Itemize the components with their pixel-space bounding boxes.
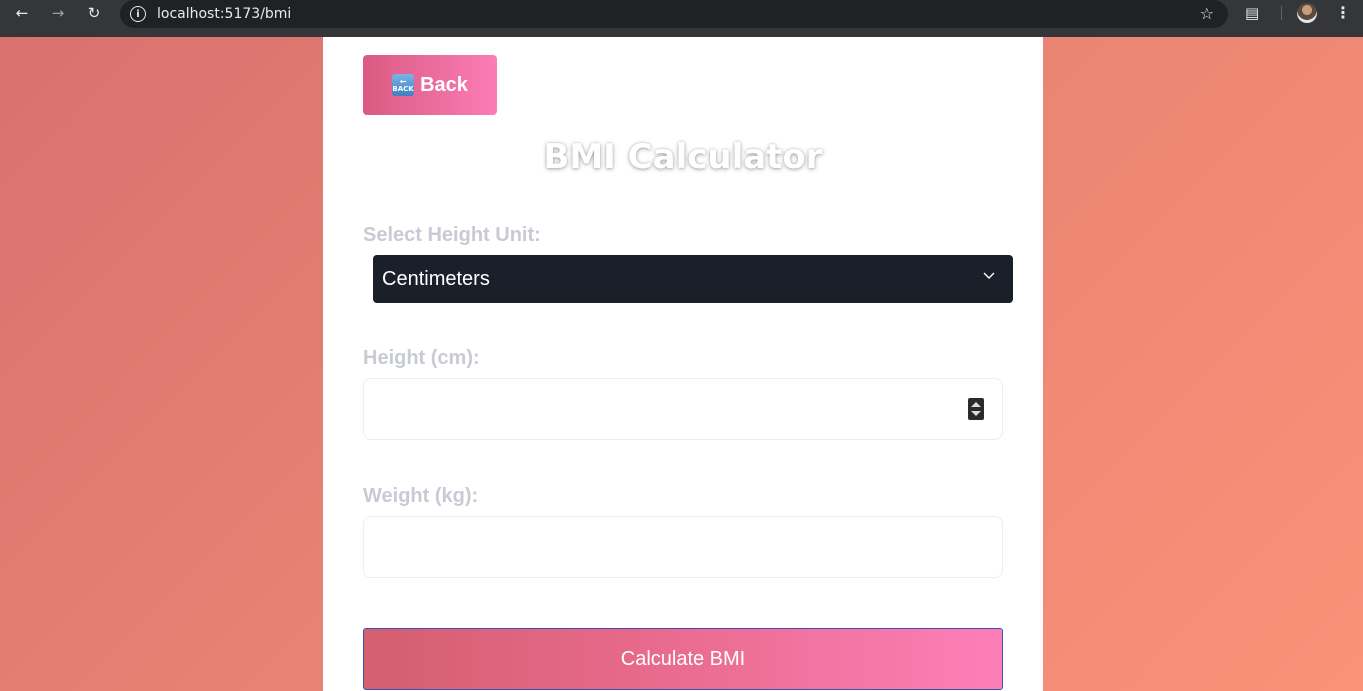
weight-label: Weight (kg): (363, 485, 479, 507)
spin-up-icon[interactable] (971, 402, 981, 407)
browser-toolbar: ← → ↻ i localhost:5173/bmi ☆ ▤ ⋮ (0, 0, 1363, 37)
back-button-label: Back (420, 73, 468, 96)
back-arrow-icon[interactable]: ← (8, 0, 36, 26)
calculate-bmi-button[interactable]: Calculate BMI (363, 628, 1003, 690)
reload-icon[interactable]: ↻ (80, 0, 108, 26)
back-button[interactable]: ← BACK Back (363, 55, 497, 115)
height-unit-label: Select Height Unit: (363, 224, 541, 246)
address-url[interactable]: localhost:5173/bmi (157, 6, 291, 22)
weight-input[interactable] (363, 516, 1003, 578)
bmi-card: ← BACK Back BMI Calculator Select Height… (323, 37, 1043, 691)
height-unit-selected-value: Centimeters (382, 267, 490, 290)
back-emoji-icon: ← BACK (392, 74, 415, 96)
page-title: BMI Calculator (543, 137, 823, 177)
address-bar[interactable]: i localhost:5173/bmi ☆ (120, 0, 1228, 28)
height-unit-select[interactable]: Centimeters (373, 255, 1013, 303)
menu-dots-icon[interactable]: ⋮ (1335, 3, 1351, 22)
extensions-icon[interactable]: ▤ (1245, 4, 1263, 22)
chevron-down-icon (983, 272, 995, 279)
site-info-icon[interactable]: i (130, 6, 146, 22)
number-spinner[interactable] (968, 398, 984, 420)
toolbar-divider (1281, 6, 1282, 20)
height-input[interactable] (363, 378, 1003, 440)
spin-down-icon[interactable] (971, 411, 981, 416)
height-label: Height (cm): (363, 347, 480, 369)
page-background: ← BACK Back BMI Calculator Select Height… (0, 37, 1363, 691)
forward-arrow-icon[interactable]: → (44, 0, 72, 26)
bookmark-star-icon[interactable]: ☆ (1200, 4, 1214, 23)
profile-avatar[interactable] (1297, 3, 1317, 23)
